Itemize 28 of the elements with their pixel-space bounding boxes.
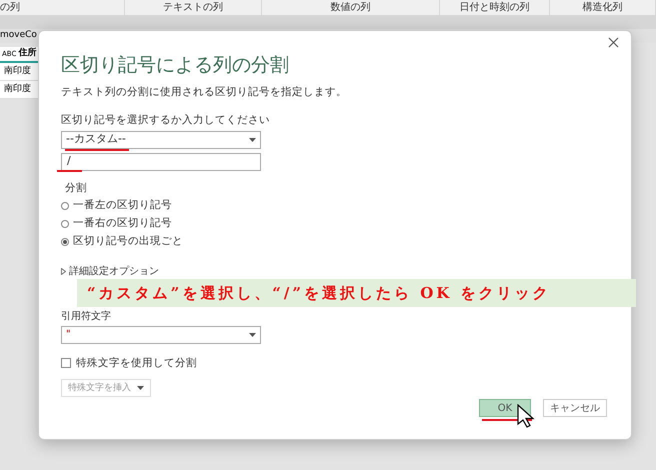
delimiter-dropdown[interactable]: --カスタム-- <box>61 130 261 148</box>
advanced-options-toggle[interactable]: 詳細設定オプション <box>61 264 159 278</box>
radio-option[interactable]: 一番左の区切り記号 <box>61 198 172 214</box>
column-type-label: 日付と時刻の列 <box>460 0 530 15</box>
quote-label: 引用符文字 <box>61 310 112 324</box>
radio-option[interactable]: 一番右の区切り記号 <box>61 216 172 232</box>
split-label: 分割 <box>65 180 88 196</box>
close-icon[interactable] <box>608 37 619 48</box>
description: テキスト列の分割に使用される区切り記号を指定します。 <box>61 85 348 100</box>
column-type-label: テキストの列 <box>163 1 223 15</box>
mouse-cursor-icon <box>517 404 535 428</box>
table-cell: 南印度 <box>0 81 40 99</box>
cancel-button[interactable]: キャンセル <box>543 399 607 417</box>
caret-icon <box>137 386 144 390</box>
table-cell: 南印度 <box>0 63 40 81</box>
caret-icon <box>249 332 256 336</box>
formula-text: moveCo <box>0 29 37 42</box>
expand-arrow-icon <box>61 268 66 274</box>
caret-icon <box>249 138 256 142</box>
field-label: 区切り記号を選択するか入力してください <box>61 112 271 128</box>
column-type-label: 数値の列 <box>330 1 370 15</box>
column-type-label: の列 <box>0 1 20 15</box>
instruction-banner: “カスタム”を選択し、“/”を選択したら OK をクリック <box>77 279 636 307</box>
checkbox-option[interactable]: 特殊文字を使用して分割 <box>61 356 197 372</box>
column-type-label: 構造化列 <box>582 0 622 15</box>
quote-dropdown[interactable]: " <box>61 326 261 344</box>
radio-option[interactable]: 区切り記号の出現ごと <box>61 234 183 250</box>
dialog-title: 区切り記号による列の分割 <box>61 53 290 77</box>
